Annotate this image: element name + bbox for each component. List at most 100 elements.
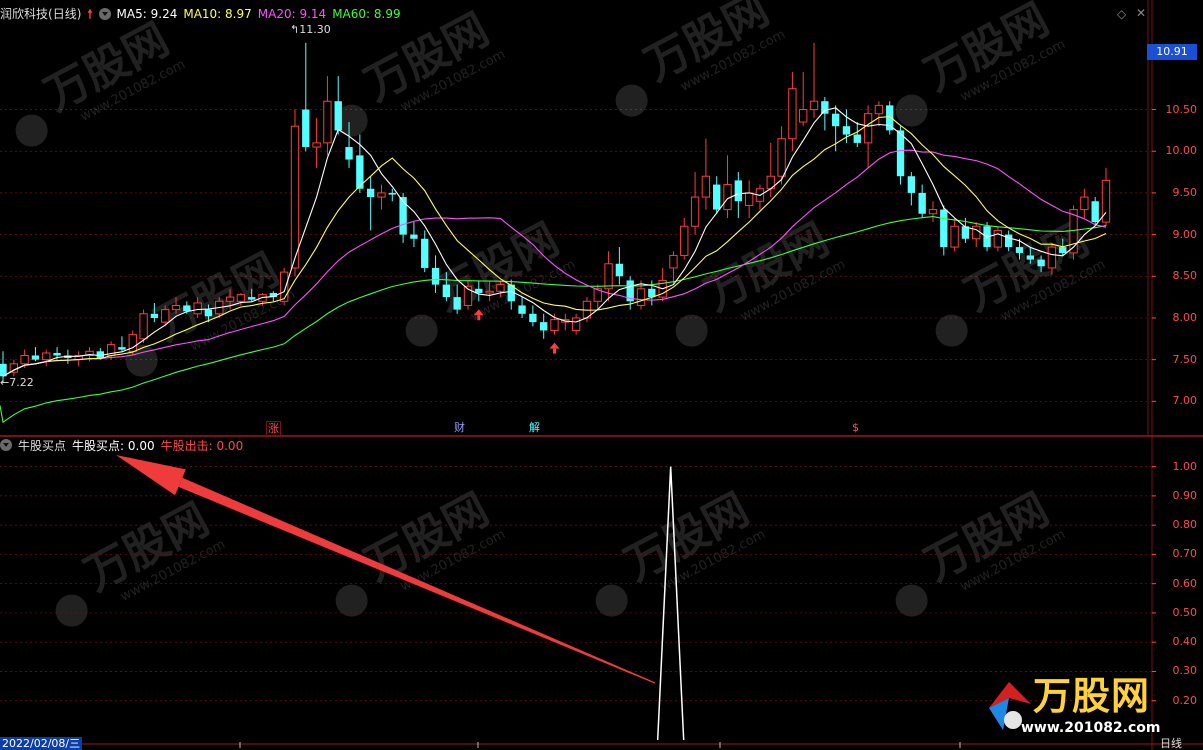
ma20-value: 9.14	[299, 7, 327, 21]
watermark-tile: 万股网www.201082.com	[895, 484, 1068, 617]
watermark-tile: 万股网www.201082.com	[55, 494, 228, 627]
candle-body-up	[20, 354, 29, 365]
candle-body-up	[928, 209, 938, 215]
indicator-tick-label: 0.40	[1172, 635, 1198, 649]
candle-body-up	[485, 290, 494, 294]
candle-body-up	[993, 229, 1003, 248]
candle-body-up	[550, 319, 559, 331]
candle-body-down	[615, 263, 624, 277]
candle-body-up	[809, 100, 819, 111]
candle-body-down	[896, 130, 905, 177]
annotation-arrow-head	[116, 455, 186, 496]
candle-body-down	[648, 288, 656, 298]
event-marker-unlock[interactable]: 解	[528, 421, 541, 434]
high-price-label: ↰11.30	[290, 23, 331, 36]
indicator-line2: 牛股出击: 0.00	[160, 438, 244, 453]
watermark-tile: 万股网www.201082.com	[895, 0, 1068, 127]
candle-body-down	[842, 126, 851, 135]
indicator-spike-line	[656, 466, 685, 741]
period-label: (日线)	[48, 7, 82, 21]
watermark-tile: 万股网www.201082.com	[125, 244, 298, 377]
ma5-label: MA5: 9.24	[116, 7, 178, 21]
candle-body-up	[680, 225, 689, 256]
candle-body-down	[713, 184, 721, 210]
candle-body-up	[377, 192, 386, 198]
dropdown-icon[interactable]	[98, 8, 111, 20]
ma60-label: MA60: 8.99	[332, 7, 401, 21]
buy-arrow-icon	[549, 342, 560, 349]
candle-body-down	[1037, 259, 1045, 267]
candle-body-down	[918, 192, 926, 214]
watermark-tile: 万股网www.201082.com	[335, 4, 508, 137]
candle-body-down	[410, 234, 418, 239]
candle-body-up	[279, 271, 289, 302]
ma10-label: MA10: 8.97	[183, 7, 252, 21]
candle-body-up	[777, 138, 786, 177]
indicator-tick-label: 0.30	[1172, 664, 1198, 678]
indicator-tick-label: 0.20	[1172, 693, 1198, 707]
candle-body-up	[225, 296, 235, 302]
buy-arrow-stem	[553, 348, 556, 354]
price-tick-label: 7.00	[1172, 394, 1198, 408]
candle-body-up	[236, 294, 246, 302]
logo-brand-text: 万股网	[1033, 674, 1151, 718]
candle-body-up	[496, 284, 505, 292]
candle-body-down	[150, 313, 159, 318]
candle-body-up	[701, 175, 711, 198]
price-tick-label: 9.00	[1172, 227, 1198, 241]
diamond-icon[interactable]: ◇	[1117, 7, 1126, 21]
price-tick-label: 8.00	[1172, 310, 1198, 324]
stock-name[interactable]: 润欣科技	[0, 6, 48, 22]
chart-canvas[interactable]: 万股网www.201082.com 万股网www.201082.com 万股网www…	[0, 0, 1203, 750]
up-arrow-icon: 🠕	[87, 7, 93, 21]
candle-body-up	[193, 302, 202, 315]
candle-body-up	[139, 313, 148, 340]
candle-body-down	[518, 305, 526, 314]
candle-body-down	[886, 105, 894, 131]
candle-body-down	[853, 134, 861, 143]
logo-url-text: www.201082.com	[1021, 720, 1161, 736]
candle-body-down	[118, 347, 126, 350]
chart-header: 润欣科技 (日线) 🠕 MA5: 9.24 MA10: 8.97 MA20: 9…	[0, 6, 401, 22]
price-tick-label: 10.50	[1165, 102, 1198, 116]
candle-body-up	[9, 363, 18, 373]
footer-period-tab[interactable]: 日线	[1160, 738, 1182, 750]
ma10-value: 8.97	[225, 7, 252, 21]
candle-body-down	[334, 101, 342, 131]
candle-body-up	[874, 104, 884, 115]
candle-body-down	[366, 188, 375, 198]
candle-body-up	[42, 352, 51, 361]
candle-body-down	[734, 180, 743, 202]
event-marker-dividend[interactable]: $	[851, 421, 860, 434]
watermark-tile: 万股网www.201082.com	[15, 14, 188, 147]
ma20-label: MA20: 9.14	[257, 7, 327, 21]
event-marker-finance[interactable]: 财	[453, 421, 466, 434]
indicator-tick-label: 0.70	[1172, 547, 1198, 561]
current-price-tag: 10.91	[1147, 44, 1197, 60]
candle-body-up	[1080, 196, 1089, 211]
candle-body-down	[53, 352, 61, 356]
candle-body-up	[290, 125, 300, 269]
close-icon[interactable]: ✕	[1136, 6, 1146, 20]
candle-body-down	[1015, 247, 1024, 253]
candle-body-up	[312, 142, 321, 148]
candle-body-up	[161, 309, 170, 323]
low-price-label: ←7.22	[0, 376, 34, 389]
candle-body-down	[442, 284, 451, 298]
annotation-arrow-shaft	[178, 477, 656, 684]
indicator-header: 牛股买点 牛股买点: 0.00 牛股出击: 0.00	[0, 437, 243, 453]
indicator-dropdown-icon[interactable]	[0, 439, 12, 451]
event-marker-limit-up[interactable]: 涨	[266, 421, 281, 436]
indicator-line1: 牛股买点: 0.00	[72, 438, 155, 453]
candle-body-up	[950, 225, 959, 248]
candle-body-down	[399, 197, 407, 235]
watermark-logo: 万股网 www.201082.com	[985, 674, 1161, 744]
indicator-name[interactable]: 牛股买点	[18, 437, 66, 454]
indicator-tick-label: 0.50	[1172, 605, 1198, 619]
candle-body-up	[571, 317, 581, 331]
buy-arrow-stem	[477, 315, 481, 321]
candle-body-up	[972, 225, 981, 240]
ma60-value: 8.99	[373, 7, 401, 21]
candle-body-down	[248, 297, 256, 300]
candle-body-down	[183, 305, 191, 312]
